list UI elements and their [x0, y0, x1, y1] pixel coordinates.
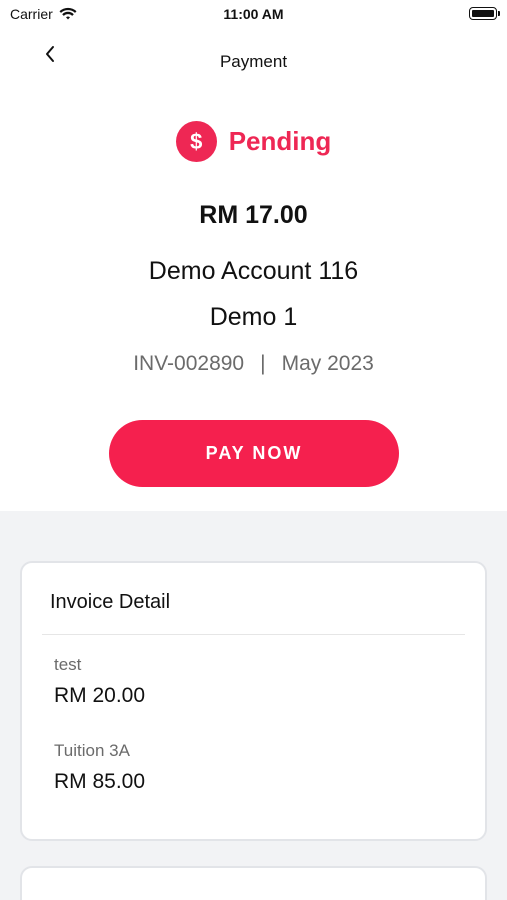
status-label: Pending: [228, 126, 332, 156]
line-item-label: Tuition 3A: [54, 741, 130, 760]
student-name: Demo 1: [209, 303, 298, 331]
secondary-card: [20, 866, 487, 900]
invoice-detail-card: Invoice Detail test RM 20.00 Tuition 3A …: [20, 561, 487, 841]
clock: 11:00 AM: [223, 6, 284, 22]
line-item-amount: RM 85.00: [54, 770, 146, 793]
dollar-icon: $: [175, 121, 217, 162]
invoice-meta: INV-002890 | May 2023: [0, 352, 507, 376]
invoice-period: May 2023: [281, 352, 374, 375]
payment-amount: RM 17.00: [199, 201, 308, 229]
meta-separator: |: [260, 352, 266, 375]
card-title: Invoice Detail: [50, 591, 171, 613]
pay-now-button[interactable]: PAY NOW: [109, 420, 399, 487]
line-item-amount: RM 20.00: [54, 684, 146, 707]
pay-now-label: PAY NOW: [205, 443, 303, 463]
navigation-bar: Payment: [0, 28, 507, 88]
status-bar: Carrier 11:00 AM: [0, 0, 507, 28]
invoice-number: INV-002890: [133, 352, 245, 375]
payment-status: $ Pending: [0, 121, 507, 162]
divider: [42, 634, 465, 635]
battery-icon: [469, 7, 500, 20]
account-name: Demo Account 116: [148, 257, 359, 285]
line-item-label: test: [54, 655, 82, 674]
payment-summary-panel: Carrier 11:00 AM Payment $ Pending RM 17…: [0, 0, 507, 511]
page-title: Payment: [219, 52, 288, 71]
